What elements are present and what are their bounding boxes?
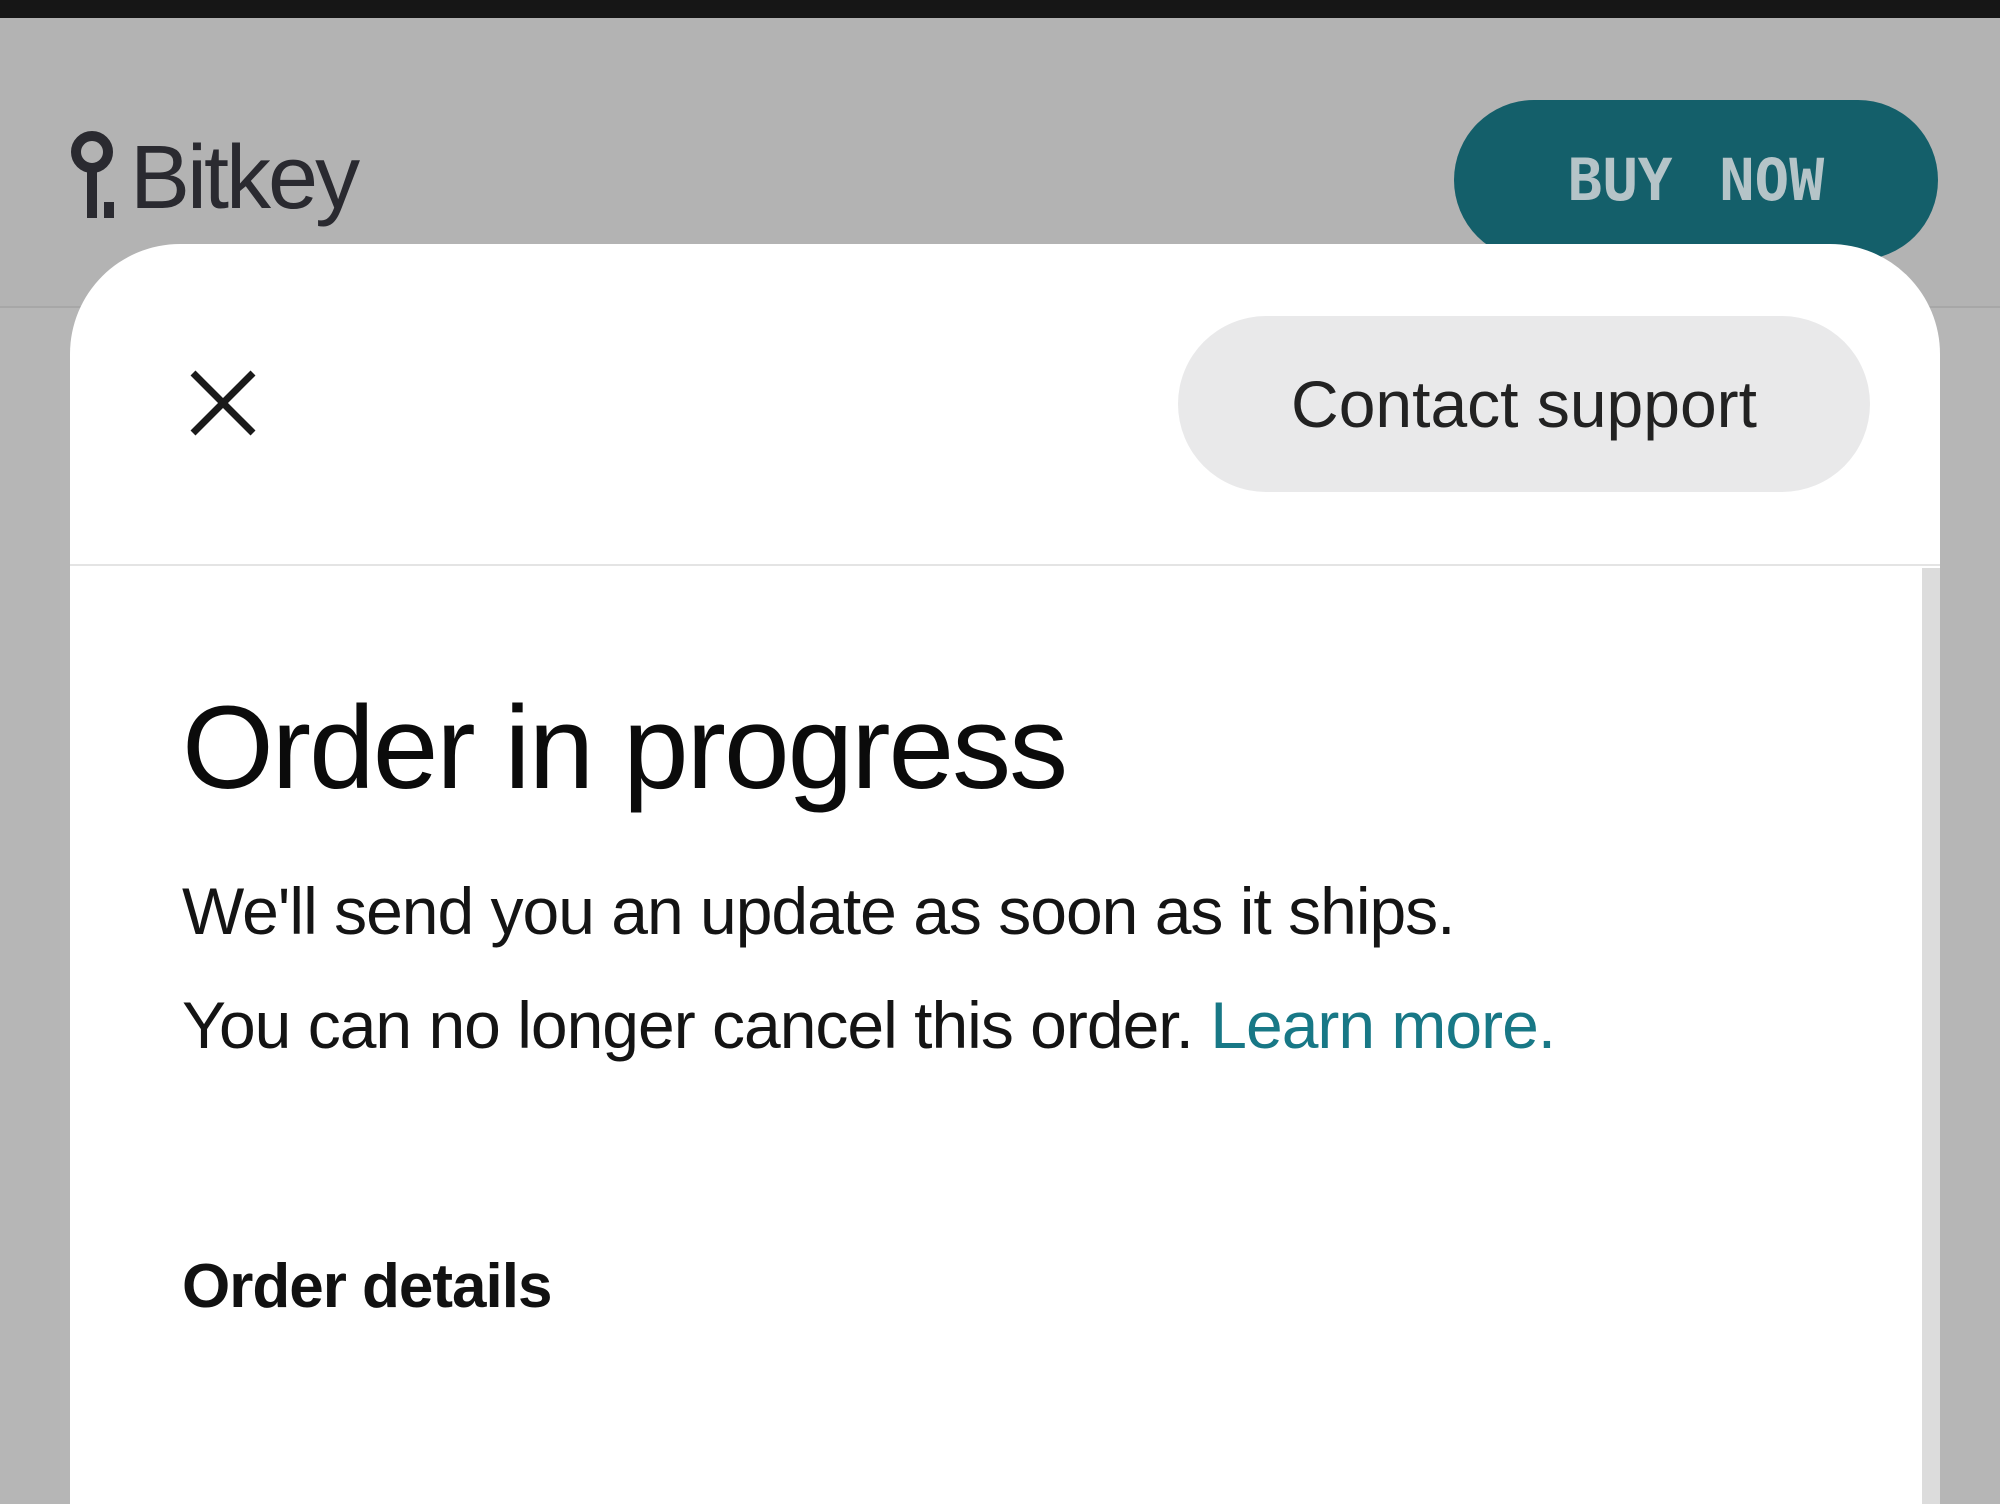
close-button[interactable] [164, 344, 282, 462]
contact-support-button[interactable]: Contact support [1178, 316, 1870, 492]
cancel-message: You can no longer cancel this order. [182, 987, 1194, 1062]
buy-now-button[interactable]: BUY NOW [1454, 100, 1938, 260]
bitkey-logo-icon [71, 131, 114, 218]
status-bar [0, 0, 2000, 18]
modal-content: Order in progress We'll send you an upda… [182, 682, 1882, 1321]
learn-more-link[interactable]: Learn more. [1210, 988, 1556, 1062]
close-icon [190, 370, 256, 436]
logo-text: Bitkey [130, 128, 360, 228]
order-details-heading: Order details [182, 1251, 552, 1321]
page-title: Order in progress [182, 682, 1068, 814]
modal-divider [70, 564, 1940, 566]
shipping-message: We'll send you an update as soon as it s… [182, 873, 1456, 948]
bitkey-logo[interactable]: Bitkey [68, 118, 360, 238]
scrollbar[interactable] [1922, 568, 1940, 1504]
cancel-message-row: You can no longer cancel this order. Lea… [182, 992, 1882, 1058]
order-status-modal: Contact support Order in progress We'll … [70, 244, 1940, 1504]
